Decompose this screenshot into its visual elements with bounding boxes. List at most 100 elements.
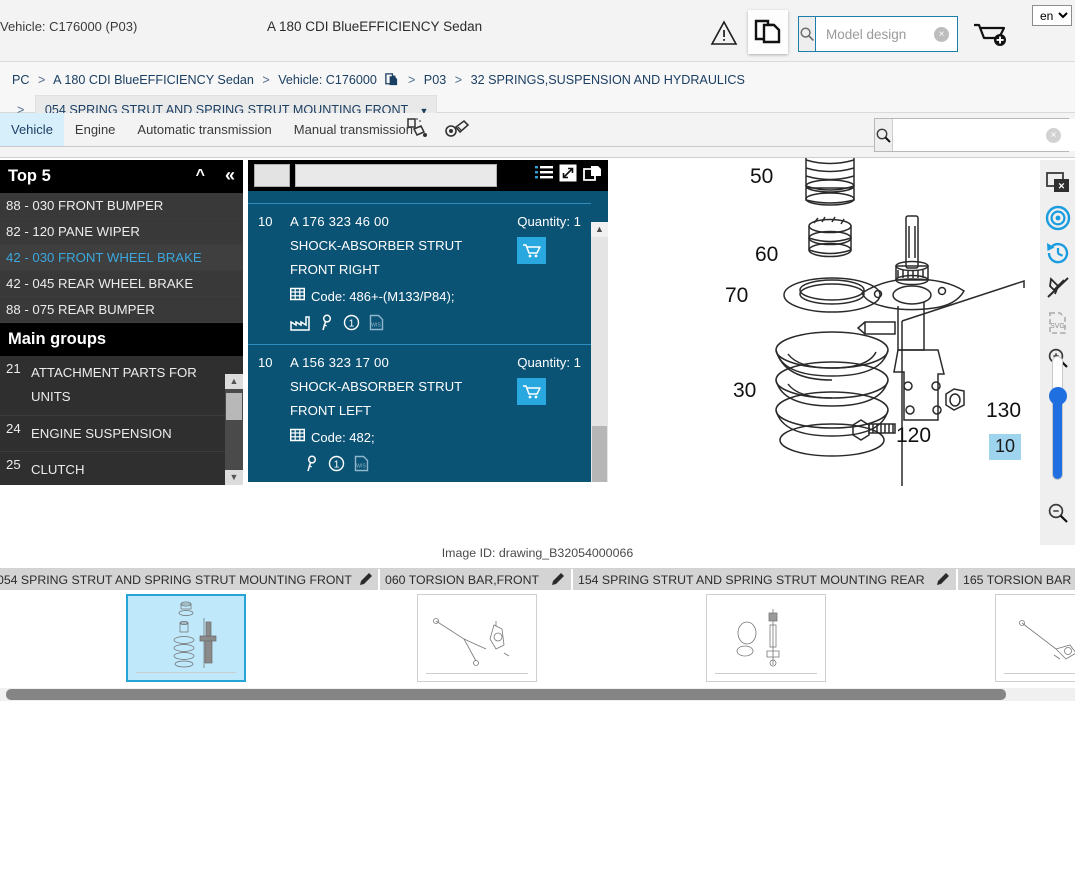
wis-icon[interactable]: WIS <box>354 455 369 477</box>
list-view-icon[interactable] <box>534 164 554 187</box>
tab-underline <box>0 146 920 147</box>
thumbnail-label[interactable]: 165 TORSION BAR <box>958 569 1075 590</box>
scroll-up-icon[interactable]: ▲ <box>591 222 608 237</box>
thumbnail-item[interactable]: 165 TORSION BAR <box>958 569 1075 682</box>
info-circle-icon[interactable]: 1 <box>343 314 360 336</box>
info-circle-icon[interactable]: 1 <box>328 455 345 477</box>
breadcrumb-item-3[interactable]: P03 <box>424 73 446 87</box>
part-code-label: Code: 486+-(M133/P84); <box>311 288 455 304</box>
breadcrumb-separator: > <box>38 73 46 87</box>
main-group-item-21[interactable]: 21 ATTACHMENT PARTS FOR UNITS <box>0 356 243 416</box>
main-groups-list: 21 ATTACHMENT PARTS FOR UNITS 24 ENGINE … <box>0 356 243 485</box>
clear-icon[interactable]: × <box>934 27 949 42</box>
upholstery-code-icon[interactable] <box>444 117 472 148</box>
parts-scrollbar[interactable]: ▲ ▼ <box>591 222 608 482</box>
breadcrumb-item-1[interactable]: A 180 CDI BlueEFFICIENCY Sedan <box>53 73 254 87</box>
double-chevron-left-icon[interactable]: « <box>225 165 235 186</box>
unpin-icon[interactable] <box>1040 270 1075 305</box>
cart-add-icon[interactable] <box>968 18 1012 50</box>
key-icon[interactable] <box>304 455 319 477</box>
scrollbar-thumb[interactable] <box>592 426 607 482</box>
diagram-callout-130[interactable]: 130 <box>986 399 1021 423</box>
top5-item-1[interactable]: 82 - 120 PANE WIPER <box>0 219 243 245</box>
thumbnail-image[interactable] <box>994 594 1075 682</box>
diagram-callout-60[interactable]: 60 <box>755 243 778 267</box>
svg-export-icon[interactable]: SVG <box>1040 305 1075 340</box>
thumbnail-item[interactable]: 060 TORSION BAR,FRONT <box>380 569 573 682</box>
zoom-slider[interactable] <box>1049 356 1067 480</box>
add-to-cart-icon[interactable] <box>517 237 547 264</box>
factory-icon[interactable] <box>290 315 310 336</box>
history-undo-icon[interactable] <box>1040 235 1075 270</box>
paint-code-icon[interactable] <box>404 117 430 148</box>
edit-icon[interactable] <box>929 571 951 588</box>
top5-item-0[interactable]: 88 - 030 FRONT BUMPER <box>0 193 243 219</box>
breadcrumb-item-4[interactable]: 32 SPRINGS,SUSPENSION AND HYDRAULICS <box>471 73 745 87</box>
top5-header: Top 5 ^ « <box>0 160 243 193</box>
thumbnail-label[interactable]: 154 SPRING STRUT AND SPRING STRUT MOUNTI… <box>573 569 958 590</box>
scrollbar-thumb[interactable] <box>226 393 242 420</box>
scroll-down-icon[interactable]: ▼ <box>225 470 243 485</box>
thumbnail-item[interactable]: 154 SPRING STRUT AND SPRING STRUT MOUNTI… <box>573 569 958 682</box>
diagram-callout-50[interactable]: 50 <box>750 165 773 189</box>
part-code-row: Code: 482; <box>289 428 581 446</box>
tab-vehicle[interactable]: Vehicle <box>0 113 64 146</box>
model-design-search[interactable]: × <box>798 16 1003 52</box>
edit-icon[interactable] <box>352 571 374 588</box>
thumbnail-label[interactable]: 054 SPRING STRUT AND SPRING STRUT MOUNTI… <box>0 569 380 590</box>
expand-icon[interactable] <box>559 164 577 187</box>
edit-icon[interactable] <box>544 571 566 588</box>
part-row[interactable]: 10 A 176 323 46 00 SHOCK-ABSORBER STRUT … <box>248 204 591 345</box>
breadcrumb-copy-icon[interactable] <box>384 71 399 95</box>
tab-manual-transmission[interactable]: Manual transmission <box>283 113 424 146</box>
warning-triangle-icon[interactable] <box>708 18 740 48</box>
target-circle-icon[interactable] <box>1040 200 1075 235</box>
top5-item-3[interactable]: 42 - 045 REAR WHEEL BRAKE <box>0 271 243 297</box>
part-row[interactable]: 10 A 156 323 17 00 SHOCK-ABSORBER STRUT … <box>248 345 591 482</box>
thumbnail-strip[interactable]: 054 SPRING STRUT AND SPRING STRUT MOUNTI… <box>0 568 1075 688</box>
close-window-icon[interactable]: × <box>1040 165 1075 200</box>
parts-list[interactable]: 10 A 176 323 46 00 SHOCK-ABSORBER STRUT … <box>248 191 608 482</box>
main-group-item-25[interactable]: 25 CLUTCH <box>0 451 243 485</box>
thumbnail-label[interactable]: 060 TORSION BAR,FRONT <box>380 569 573 590</box>
diagram-callout-120[interactable]: 120 <box>896 424 931 448</box>
breadcrumb-item-2[interactable]: Vehicle: C176000 <box>278 73 377 87</box>
main-groups-scrollbar[interactable]: ▲ ▼ <box>225 374 243 485</box>
diagram-callout-10-selected[interactable]: 10 <box>989 434 1022 460</box>
svg-text:1: 1 <box>349 318 355 329</box>
parts-filter-box[interactable] <box>254 164 290 187</box>
zoom-slider-knob[interactable] <box>1049 387 1067 405</box>
thumbnail-image[interactable] <box>126 594 246 682</box>
thumbnail-image[interactable] <box>705 594 826 682</box>
zoom-out-icon[interactable] <box>1040 495 1075 530</box>
main-group-item-24[interactable]: 24 ENGINE SUSPENSION <box>0 415 243 452</box>
diagram-callout-70[interactable]: 70 <box>725 284 748 308</box>
clear-icon[interactable]: × <box>1046 128 1061 143</box>
part-quantity: Quantity: 1 <box>517 214 581 229</box>
part-row-icons: 1 WIS <box>290 455 581 477</box>
thumbnail-horizontal-scrollbar[interactable] <box>0 688 1075 701</box>
breadcrumb-item-0[interactable]: PC <box>12 73 30 87</box>
top5-item-4[interactable]: 88 - 075 REAR BUMPER <box>0 297 243 323</box>
language-select[interactable]: endefres <box>1032 5 1072 26</box>
tab-list: Vehicle Engine Automatic transmission Ma… <box>0 113 424 146</box>
add-to-cart-icon[interactable] <box>517 378 547 405</box>
part-diagram[interactable]: 50 60 70 30 10 120 130 <box>610 131 1040 488</box>
thumbnail-item[interactable]: 054 SPRING STRUT AND SPRING STRUT MOUNTI… <box>0 569 380 682</box>
chevron-up-icon[interactable]: ^ <box>196 167 205 185</box>
top5-item-2[interactable]: 42 - 030 FRONT WHEEL BRAKE <box>0 245 243 271</box>
global-search[interactable]: × <box>874 118 1075 152</box>
tab-automatic-transmission[interactable]: Automatic transmission <box>126 113 282 146</box>
copy-documents-icon[interactable] <box>748 10 788 54</box>
thumbnail-label-text: 154 SPRING STRUT AND SPRING STRUT MOUNTI… <box>578 572 925 587</box>
diagram-callout-30[interactable]: 30 <box>733 379 756 403</box>
scrollbar-thumb[interactable] <box>6 689 1006 700</box>
scroll-up-icon[interactable]: ▲ <box>225 374 243 389</box>
tab-engine[interactable]: Engine <box>64 113 126 146</box>
parts-search-input[interactable] <box>295 164 497 187</box>
wis-icon[interactable]: WIS <box>369 314 384 336</box>
new-window-icon[interactable] <box>582 164 602 188</box>
sidebar: Top 5 ^ « 88 - 030 FRONT BUMPER 82 - 120… <box>0 160 243 485</box>
thumbnail-image[interactable] <box>416 594 537 682</box>
key-icon[interactable] <box>319 314 334 336</box>
